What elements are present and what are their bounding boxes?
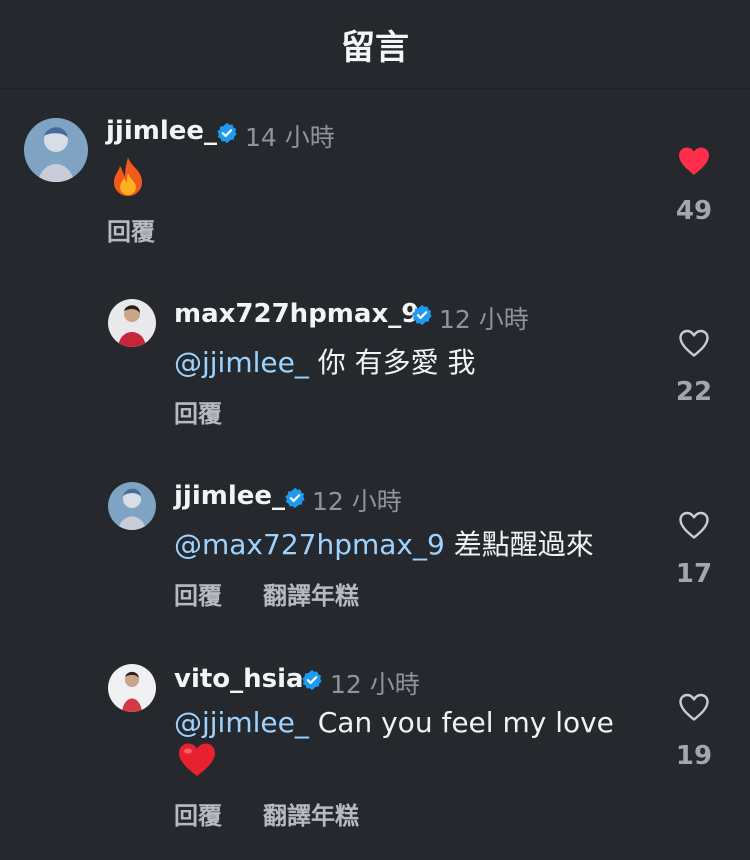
- reply-button[interactable]: 回覆: [174, 394, 222, 429]
- reply-button[interactable]: 回覆: [174, 796, 222, 831]
- comment-body: 差點醒過來: [444, 528, 594, 561]
- verified-badge-icon: [412, 304, 432, 326]
- header-bar: 留言: [0, 0, 750, 89]
- comment-body: 你 有多愛 我: [308, 346, 476, 379]
- mention-link[interactable]: @jjimlee_: [174, 706, 309, 739]
- mention-link[interactable]: @jjimlee_: [174, 346, 309, 379]
- comment-timestamp: 12 小時: [312, 487, 402, 516]
- like-count: 19: [675, 741, 713, 771]
- username[interactable]: jjimlee_: [106, 116, 217, 146]
- like-count: 49: [675, 196, 713, 226]
- page-title: 留言: [341, 28, 409, 68]
- username[interactable]: jjimlee_: [174, 481, 285, 511]
- username[interactable]: vito_hsia: [174, 664, 304, 694]
- comment-text: @jjimlee_ Can you feel my love: [174, 706, 614, 739]
- reply-button[interactable]: 回覆: [107, 212, 155, 247]
- comment-text: @jjimlee_ 你 有多愛 我: [174, 341, 476, 381]
- mention-link[interactable]: @max727hpmax_9: [174, 528, 445, 561]
- heart-outline-icon[interactable]: [677, 328, 711, 358]
- translate-button[interactable]: 翻譯年糕: [263, 796, 359, 831]
- red-heart-emoji: [177, 742, 217, 782]
- reply-button[interactable]: 回覆: [174, 576, 222, 611]
- comment-text: @max727hpmax_9 差點醒過來: [174, 523, 594, 563]
- verified-badge-icon: [217, 122, 237, 144]
- comment-timestamp: 14 小時: [245, 123, 335, 152]
- fire-emoji: [110, 156, 146, 200]
- translate-button[interactable]: 翻譯年糕: [263, 576, 359, 611]
- avatar[interactable]: [24, 118, 88, 182]
- heart-outline-icon[interactable]: [677, 510, 711, 540]
- heart-outline-icon[interactable]: [677, 692, 711, 722]
- heart-filled-icon[interactable]: [677, 146, 711, 176]
- like-count: 22: [675, 377, 713, 407]
- verified-badge-icon: [302, 669, 322, 691]
- avatar[interactable]: [108, 299, 156, 347]
- avatar[interactable]: [108, 664, 156, 712]
- avatar[interactable]: [108, 482, 156, 530]
- comment-body: Can you feel my love: [308, 706, 614, 739]
- like-count: 17: [675, 559, 713, 589]
- comment-timestamp: 12 小時: [439, 305, 529, 334]
- verified-badge-icon: [285, 487, 305, 509]
- comment-timestamp: 12 小時: [330, 670, 420, 699]
- username[interactable]: max727hpmax_9: [174, 299, 419, 329]
